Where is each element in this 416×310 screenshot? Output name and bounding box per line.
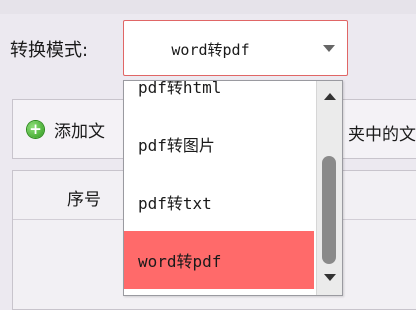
scroll-up-arrow-icon[interactable]	[324, 93, 336, 100]
scroll-down-arrow-icon[interactable]	[324, 274, 336, 281]
dropdown-option-word-pdf[interactable]: word转pdf	[124, 231, 314, 289]
dropdown-option-pdf-html[interactable]: pdf转html	[124, 81, 314, 115]
dropdown-scrollbar[interactable]	[316, 81, 342, 295]
add-file-label: 添加文	[54, 121, 105, 142]
add-file-button[interactable]: + 添加文	[27, 114, 105, 144]
dropdown-option-pdf-txt[interactable]: pdf转txt	[124, 173, 314, 231]
dropdown-option-pdf-image[interactable]: pdf转图片	[124, 115, 314, 173]
conversion-mode-value: word转pdf	[171, 41, 250, 59]
conversion-mode-dropdown[interactable]: pdf转html pdf转图片 pdf转txt word转pdf	[123, 80, 343, 296]
conversion-mode-label: 转换模式:	[10, 40, 89, 61]
plus-circle-icon: +	[27, 120, 44, 138]
scroll-thumb[interactable]	[322, 156, 336, 264]
add-folder-label[interactable]: 夹中的文	[348, 120, 416, 145]
conversion-mode-select[interactable]: word转pdf	[123, 20, 348, 76]
top-strip	[0, 0, 416, 14]
chevron-down-icon[interactable]	[323, 45, 335, 52]
column-header-index[interactable]: 序号	[67, 185, 101, 210]
